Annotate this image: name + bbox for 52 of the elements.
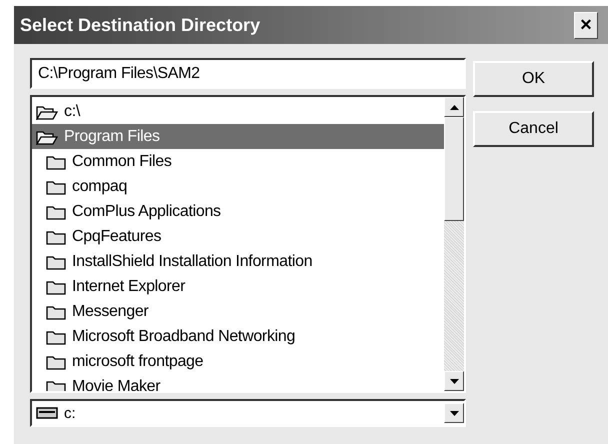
tree-item[interactable]: c:\ [32, 99, 444, 124]
down-arrow-icon [450, 410, 458, 416]
folder-name: Program Files [64, 128, 160, 146]
folder-name: Microsoft Broadband Networking [72, 328, 296, 346]
tree-item[interactable]: Movie Maker [32, 374, 444, 391]
cancel-button[interactable]: Cancel [473, 111, 594, 147]
drive-value: c: [64, 404, 77, 422]
folder-name: Movie Maker [72, 378, 160, 391]
folder-name: Messenger [72, 302, 148, 320]
scroll-up-button[interactable] [444, 97, 464, 117]
folder-icon [46, 228, 66, 244]
folder-icon [46, 204, 66, 220]
drive-dropdown[interactable]: c: [30, 399, 466, 427]
folder-icon [46, 378, 66, 391]
ok-button[interactable]: OK [473, 61, 594, 97]
dropdown-button[interactable] [444, 403, 464, 423]
folder-icon [46, 178, 66, 194]
scroll-down-button[interactable] [444, 371, 464, 391]
folder-name: Internet Explorer [72, 278, 186, 296]
folder-icon [46, 154, 66, 170]
folder-name: ComPlus Applications [72, 202, 221, 220]
scroll-thumb[interactable] [444, 117, 464, 221]
tree-item[interactable]: Common Files [32, 149, 444, 174]
close-button[interactable]: × [574, 12, 598, 38]
open-folder-icon [36, 128, 58, 144]
folder-name: c:\ [64, 102, 80, 120]
open-folder-icon [36, 104, 58, 120]
window-title: Select Destination Directory [20, 14, 260, 36]
scrollbar[interactable] [444, 97, 464, 391]
tree-item[interactable]: Program Files [32, 124, 444, 149]
drive-icon [36, 407, 58, 419]
tree-item[interactable]: Microsoft Broadband Networking [32, 324, 444, 349]
path-field[interactable]: C:\Program Files\SAM2 [30, 58, 466, 89]
tree-item[interactable]: microsoft frontpage [32, 349, 444, 374]
tree-item[interactable]: CpqFeatures [32, 224, 444, 249]
folder-icon [46, 254, 66, 270]
tree-item[interactable]: InstallShield Installation Information [32, 249, 444, 274]
folder-name: microsoft frontpage [72, 352, 204, 370]
folder-name: compaq [72, 178, 128, 196]
tree-item[interactable]: Messenger [32, 299, 444, 324]
folder-name: InstallShield Installation Information [72, 252, 312, 270]
folder-icon [46, 304, 66, 320]
down-arrow-icon [450, 378, 458, 384]
tree-item[interactable]: ComPlus Applications [32, 199, 444, 224]
tree-item[interactable]: Internet Explorer [32, 274, 444, 299]
tree-item[interactable]: compaq [32, 174, 444, 199]
folder-icon [46, 354, 66, 370]
folder-name: Common Files [72, 152, 172, 170]
folder-name: CpqFeatures [72, 228, 162, 246]
up-arrow-icon [450, 104, 458, 110]
folder-icon [46, 278, 66, 294]
folder-icon [46, 328, 66, 344]
